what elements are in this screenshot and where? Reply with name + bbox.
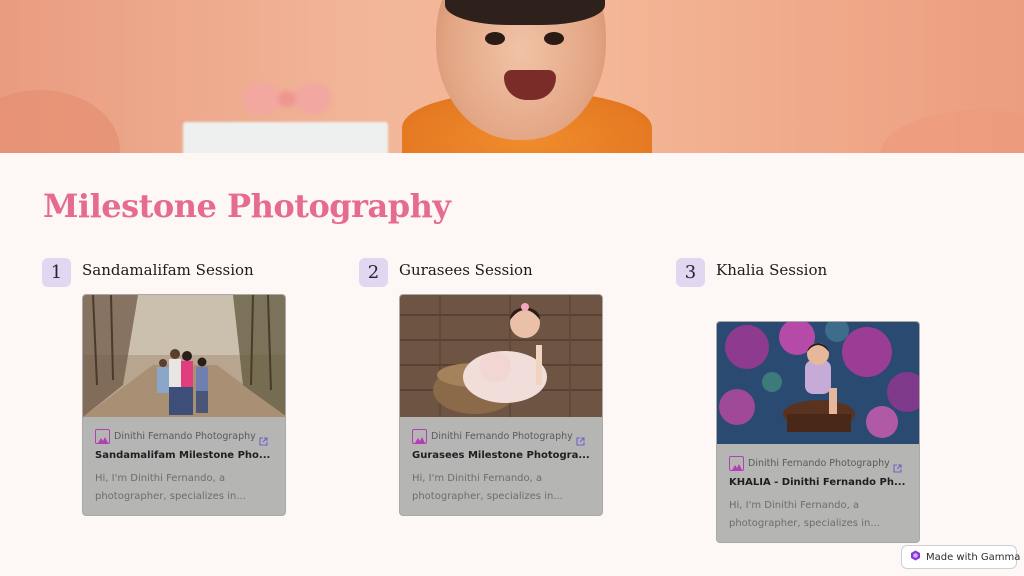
card-photo — [400, 295, 602, 417]
card-source: Dinithi Fernando Photography — [729, 456, 890, 471]
hero-banner-image — [0, 0, 1024, 153]
external-link-icon[interactable] — [576, 431, 585, 450]
photo-logo-icon — [95, 429, 110, 444]
card-description: Hi, I'm Dinithi Fernando, a photographer… — [729, 500, 880, 529]
item-title: Khalia Session — [716, 261, 828, 279]
item-number: 3 — [676, 258, 705, 287]
badge-label: Made with Gamma — [926, 551, 1021, 563]
page-title: Milestone Photography — [43, 187, 451, 225]
external-link-icon[interactable] — [259, 431, 268, 450]
card-source-name: Dinithi Fernando Photography — [748, 458, 890, 469]
card-description: Hi, I'm Dinithi Fernando, a photographer… — [412, 473, 563, 502]
card-photo — [83, 295, 285, 417]
link-card[interactable]: Dinithi Fernando Photography Gurasees Mi… — [399, 294, 603, 516]
item-title: Sandamalifam Session — [82, 261, 254, 279]
card-source-name: Dinithi Fernando Photography — [114, 431, 256, 442]
card-title: Sandamalifam Milestone Pho... — [95, 450, 271, 461]
card-source-name: Dinithi Fernando Photography — [431, 431, 573, 442]
card-source: Dinithi Fernando Photography — [95, 429, 256, 444]
card-photo — [717, 322, 919, 444]
item-number: 1 — [42, 258, 71, 287]
gift-bow-shape — [232, 70, 342, 125]
item-number: 2 — [359, 258, 388, 287]
link-card[interactable]: Dinithi Fernando Photography Sandamalifa… — [82, 294, 286, 516]
link-card[interactable]: Dinithi Fernando Photography KHALIA - Di… — [716, 321, 920, 543]
card-source: Dinithi Fernando Photography — [412, 429, 573, 444]
right-eye-shape — [544, 32, 564, 45]
photo-logo-icon — [412, 429, 427, 444]
made-with-gamma-badge[interactable]: Made with Gamma — [901, 545, 1021, 569]
gamma-logo-icon — [910, 550, 921, 564]
left-eye-shape — [485, 32, 505, 45]
gift-box-shape — [183, 122, 388, 153]
card-title: KHALIA - Dinithi Fernando Ph... — [729, 477, 906, 488]
external-link-icon[interactable] — [893, 458, 902, 477]
card-description: Hi, I'm Dinithi Fernando, a photographer… — [95, 473, 246, 502]
card-title: Gurasees Milestone Photogra... — [412, 450, 590, 461]
photo-logo-icon — [729, 456, 744, 471]
item-title: Gurasees Session — [399, 261, 533, 279]
